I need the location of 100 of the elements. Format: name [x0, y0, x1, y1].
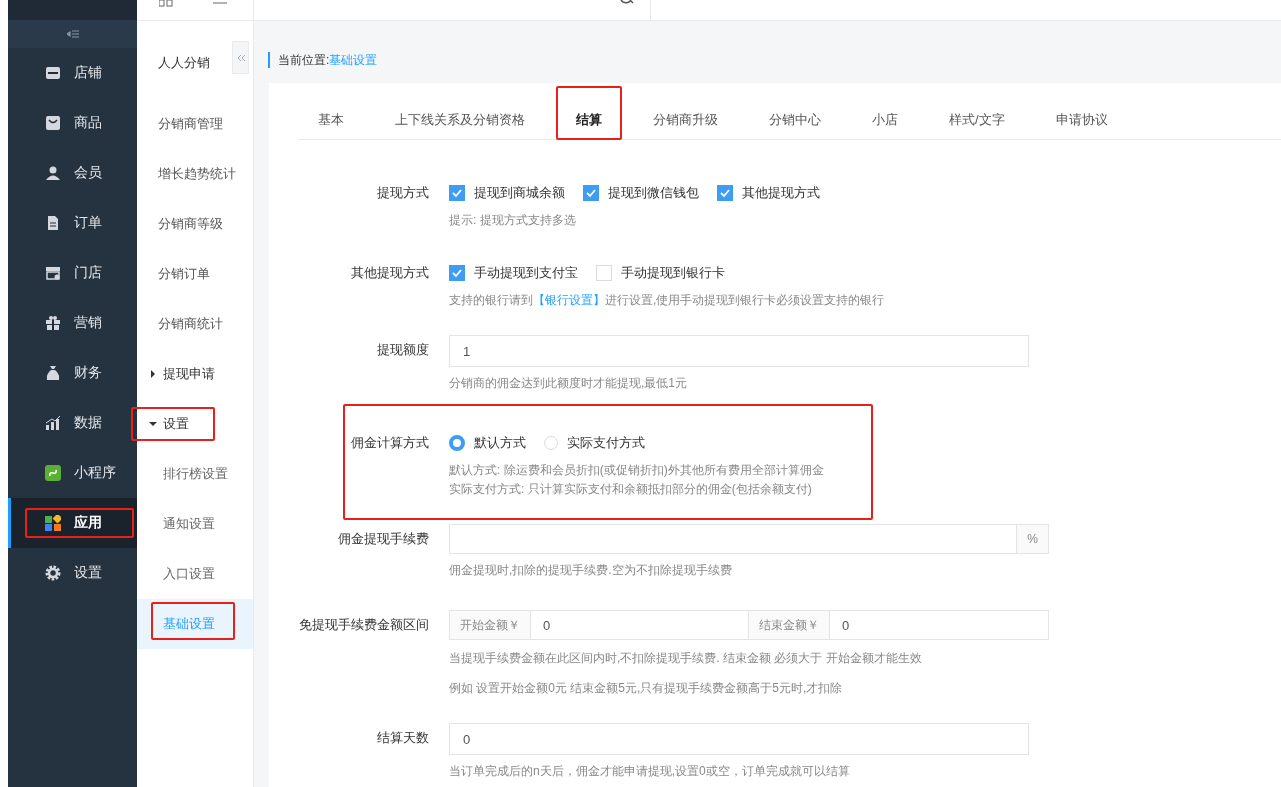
help-text: 默认方式: 除运费和会员折扣(或促销折扣)外其他所有费用全部计算佣金	[449, 462, 825, 479]
document-icon	[45, 215, 61, 231]
checkbox[interactable]	[583, 185, 599, 201]
sidebar-item[interactable]: 应用	[8, 498, 137, 548]
submenu-title: 人人分销	[158, 54, 210, 72]
checkbox-label: 提现到商城余额	[474, 184, 565, 202]
tab-label: 分销商升级	[653, 111, 718, 129]
submenu-label: 入口设置	[163, 565, 215, 583]
sidebar-label: 应用	[74, 514, 102, 532]
tab[interactable]: 申请协议	[1035, 83, 1128, 139]
tab-label: 样式/文字	[949, 111, 1005, 129]
tab-label: 小店	[872, 111, 898, 129]
start-amount-field[interactable]: 开始金额￥ 0	[449, 610, 749, 640]
tab[interactable]: 分销中心	[749, 83, 841, 139]
sidebar-item[interactable]: 门店	[8, 248, 137, 298]
sidebar-label: 订单	[74, 214, 102, 232]
radio-label: 默认方式	[474, 434, 526, 452]
percent-addon: %	[1016, 525, 1048, 553]
submenu-item[interactable]: 增长趋势统计	[137, 149, 253, 199]
tab[interactable]: 分销商升级	[633, 83, 738, 139]
field-label: 结算天数	[376, 729, 430, 747]
double-chevron-icon	[235, 52, 246, 63]
input-field[interactable]: %	[449, 524, 1049, 554]
sidebar-item[interactable]: 营销	[8, 298, 137, 348]
gift-icon	[45, 315, 61, 331]
help-text: 提示: 提现方式支持多选	[449, 212, 577, 229]
start-amount-addon: 开始金额￥	[450, 611, 531, 639]
input-field[interactable]: 1	[449, 335, 1029, 367]
grid-icon[interactable]	[159, 0, 173, 8]
input-field[interactable]: 0	[449, 723, 1029, 755]
end-amount-field[interactable]: 结束金额￥ 0	[749, 610, 1049, 640]
collapse-button[interactable]	[232, 41, 249, 74]
sidebar-label: 数据	[74, 414, 102, 432]
chart-icon	[45, 415, 61, 431]
tab[interactable]: 上下线关系及分销资格	[375, 83, 545, 139]
tab[interactable]: 小店	[852, 83, 918, 139]
sidebar-item[interactable]: 设置	[8, 548, 137, 598]
submenu-label: 通知设置	[163, 515, 215, 533]
submenu-label: 排行榜设置	[163, 465, 228, 483]
sidebar-item[interactable]: 小程序	[8, 448, 137, 498]
submenu-label: 基础设置	[163, 615, 215, 633]
collapse-icon	[66, 30, 79, 38]
field-label: 佣金提现手续费	[337, 530, 430, 548]
end-amount-addon: 结束金额￥	[749, 611, 830, 639]
field-label: 其他提现方式	[350, 264, 430, 282]
sidebar-item[interactable]: 数据	[8, 398, 137, 448]
help-text: 例如 设置开始金额0元 结束金额5元,只有提现手续费金额高于5元时,才扣除	[449, 680, 844, 697]
submenu-item[interactable]: 分销订单	[137, 249, 253, 299]
submenu-group[interactable]: 设置	[137, 399, 253, 449]
checkbox[interactable]	[449, 265, 465, 281]
sidebar-label: 商品	[74, 114, 102, 132]
checkbox[interactable]	[449, 185, 465, 201]
sidebar-item[interactable]: 财务	[8, 348, 137, 398]
sidebar-item[interactable]: 会员	[8, 148, 137, 198]
sidebar-label: 店铺	[74, 64, 102, 82]
submenu-item[interactable]: 排行榜设置	[137, 449, 253, 499]
help-text: 佣金提现时,扣除的提现手续费.空为不扣除提现手续费	[449, 562, 733, 579]
submenu-group[interactable]: 提现申请	[137, 349, 253, 399]
tab[interactable]: 基本	[298, 83, 364, 139]
submenu-item[interactable]: 分销商统计	[137, 299, 253, 349]
help-text: 当提现手续费金额在此区间内时,不扣除提现手续费. 结束金额 必须大于 开始金额才能生效	[449, 650, 923, 667]
sidebar-label: 门店	[74, 264, 102, 282]
help-text: 支持的银行请到【银行设置】进行设置,使用手动提现到银行卡必须设置支持的银行	[449, 292, 886, 309]
submenu-item[interactable]: 分销商管理	[137, 99, 253, 149]
tab[interactable]: 样式/文字	[929, 83, 1025, 139]
tab-label: 申请协议	[1055, 111, 1108, 129]
help-text: 分销商的佣金达到此额度时才能提现,最低1元	[449, 375, 688, 392]
field-label: 提现额度	[376, 341, 430, 359]
sidebar-label: 财务	[74, 364, 102, 382]
radio-button[interactable]	[449, 435, 465, 451]
tab-label: 分销中心	[769, 111, 821, 129]
help-text: 当订单完成后的n天后，佣金才能申请提现,设置0或空，订单完成就可以结算	[449, 763, 851, 780]
tab-label: 基本	[318, 111, 344, 129]
sidebar-label: 会员	[74, 164, 102, 182]
submenu-item[interactable]: 通知设置	[137, 499, 253, 549]
sidebar-label: 营销	[74, 314, 102, 332]
sidebar-item[interactable]: 商品	[8, 98, 137, 148]
field-label: 免提现手续费金额区间	[298, 616, 430, 634]
breadcrumb-label: 当前位置:	[278, 51, 330, 69]
tab[interactable]: 结算	[556, 83, 622, 139]
submenu-item[interactable]: 入口设置	[137, 549, 253, 599]
settings-icon	[45, 565, 61, 581]
tab-label: 上下线关系及分销资格	[395, 111, 525, 129]
bag-icon	[45, 115, 61, 131]
sidebar-label: 设置	[74, 564, 102, 582]
sidebar-item[interactable]: 店铺	[8, 48, 137, 98]
caret-icon	[149, 420, 157, 428]
group-label: 提现申请	[163, 365, 215, 383]
submenu-item[interactable]: 分销商等级	[137, 199, 253, 249]
help-text: 实际支付方式: 只计算实际支付和余额抵扣部分的佣金(包括余额支付)	[449, 481, 813, 498]
radio-label: 实际支付方式	[567, 434, 645, 452]
checkbox-label: 提现到微信钱包	[608, 184, 699, 202]
mini-program-icon	[45, 465, 61, 481]
tab-label: 结算	[576, 111, 602, 129]
checkbox-label: 手动提现到支付宝	[474, 264, 578, 282]
sidebar-label: 小程序	[74, 464, 116, 482]
store-icon	[45, 65, 61, 81]
checkbox[interactable]	[717, 185, 733, 201]
group-label: 设置	[163, 415, 189, 433]
sidebar-item[interactable]: 订单	[8, 198, 137, 248]
